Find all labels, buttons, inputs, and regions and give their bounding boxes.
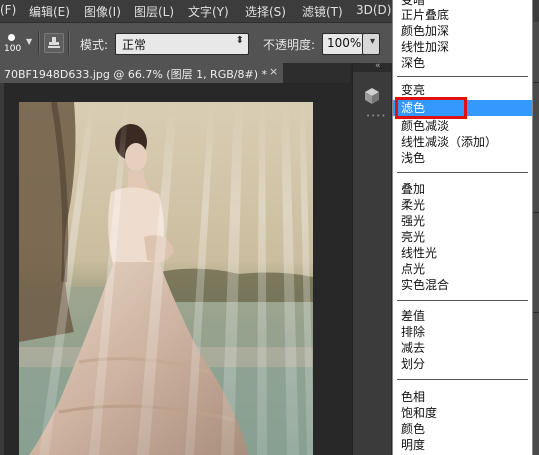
- menu-item-difference[interactable]: 差值: [393, 308, 532, 324]
- menu-item-vivid-light[interactable]: 亮光: [393, 229, 532, 245]
- document-tab[interactable]: 70BF1948D633.jpg @ 66.7% (图层 1, RGB/8#) …: [0, 63, 283, 83]
- document-tab-bar: 70BF1948D633.jpg @ 66.7% (图层 1, RGB/8#) …: [0, 63, 350, 83]
- separator: [38, 31, 40, 55]
- opacity-dropdown-button[interactable]: ▾: [362, 33, 380, 55]
- opacity-value: 100%: [327, 36, 362, 50]
- menu-item-multiply[interactable]: 正片叠底: [393, 7, 532, 23]
- menu-item-soft-light[interactable]: 柔光: [393, 197, 532, 213]
- grip-icon[interactable]: ••••: [366, 112, 387, 120]
- menu-item-color-dodge[interactable]: 颜色减淡: [393, 118, 532, 134]
- document-canvas-image[interactable]: [19, 102, 313, 455]
- menu-item-saturation[interactable]: 饱和度: [393, 405, 532, 421]
- menu-separator: [397, 300, 528, 301]
- menu-layer[interactable]: 图层(L): [134, 3, 174, 20]
- blend-mode-value: 正常: [122, 38, 147, 52]
- menu-item-color[interactable]: 颜色: [393, 421, 532, 437]
- menu-item-hard-mix[interactable]: 实色混合: [393, 277, 532, 293]
- separator: [68, 31, 70, 55]
- dock-header[interactable]: «: [353, 61, 391, 72]
- menu-3d[interactable]: 3D(D): [356, 3, 391, 17]
- close-icon[interactable]: ×: [269, 65, 278, 78]
- menu-item-linear-light[interactable]: 线性光: [393, 245, 532, 261]
- panel-dock: « ••••: [352, 61, 391, 455]
- brush-size: 100: [4, 44, 22, 54]
- menu-item-luminosity[interactable]: 明度: [393, 437, 532, 453]
- menu-item-lighter-color[interactable]: 浅色: [393, 150, 532, 166]
- menu-item-linear-dodge[interactable]: 线性减淡（添加）: [393, 134, 532, 150]
- menu-item-linear-burn[interactable]: 线性加深: [393, 39, 532, 55]
- chevron-down-icon: ▾: [369, 36, 375, 47]
- menu-item-hue[interactable]: 色相: [393, 389, 532, 405]
- menu-item-pin-light[interactable]: 点光: [393, 261, 532, 277]
- menu-file[interactable]: (F): [0, 3, 16, 17]
- annotation-highlight-box: [395, 97, 467, 119]
- canvas-area: [0, 83, 350, 455]
- opacity-label: 不透明度:: [263, 38, 316, 52]
- blend-mode-menu: 变暗 正片叠底 颜色加深 线性加深 深色 变亮 滤色 颜色减淡 线性减淡（添加）…: [392, 0, 533, 455]
- menu-separator: [397, 379, 528, 380]
- menu-edit[interactable]: 编辑(E): [29, 3, 70, 20]
- menu-item-lighten[interactable]: 变亮: [393, 82, 532, 98]
- chevron-down-icon: ▼: [26, 37, 33, 46]
- clone-source-button[interactable]: [44, 33, 64, 53]
- menu-item-darker-color[interactable]: 深色: [393, 55, 532, 71]
- menu-item-color-burn[interactable]: 颜色加深: [393, 23, 532, 39]
- menu-separator: [397, 76, 528, 77]
- 3d-cube-icon[interactable]: [361, 85, 383, 107]
- menu-item-overlay[interactable]: 叠加: [393, 181, 532, 197]
- brush-tip-icon: [8, 34, 15, 41]
- stamp-icon: [48, 37, 60, 48]
- menu-filter[interactable]: 滤镜(T): [302, 3, 343, 20]
- menu-image[interactable]: 图像(I): [84, 3, 121, 20]
- mode-label: 模式:: [80, 38, 109, 52]
- menu-type[interactable]: 文字(Y): [188, 3, 229, 20]
- document-tab-title: 70BF1948D633.jpg @ 66.7% (图层 1, RGB/8#) …: [4, 68, 267, 81]
- brush-preset-picker[interactable]: 100 ▼: [2, 31, 36, 55]
- menu-item-hard-light[interactable]: 强光: [393, 213, 532, 229]
- menu-item-exclusion[interactable]: 排除: [393, 324, 532, 340]
- menu-item-subtract[interactable]: 减去: [393, 340, 532, 356]
- updown-arrow-icon: ⬍: [235, 35, 244, 46]
- menu-select[interactable]: 选择(S): [245, 3, 286, 20]
- collapse-icon[interactable]: «: [375, 61, 381, 71]
- menu-separator: [397, 172, 528, 173]
- menu-item-divide[interactable]: 划分: [393, 356, 532, 372]
- blend-mode-select[interactable]: 正常 ⬍: [115, 33, 249, 55]
- canvas-left-strip: [0, 83, 4, 455]
